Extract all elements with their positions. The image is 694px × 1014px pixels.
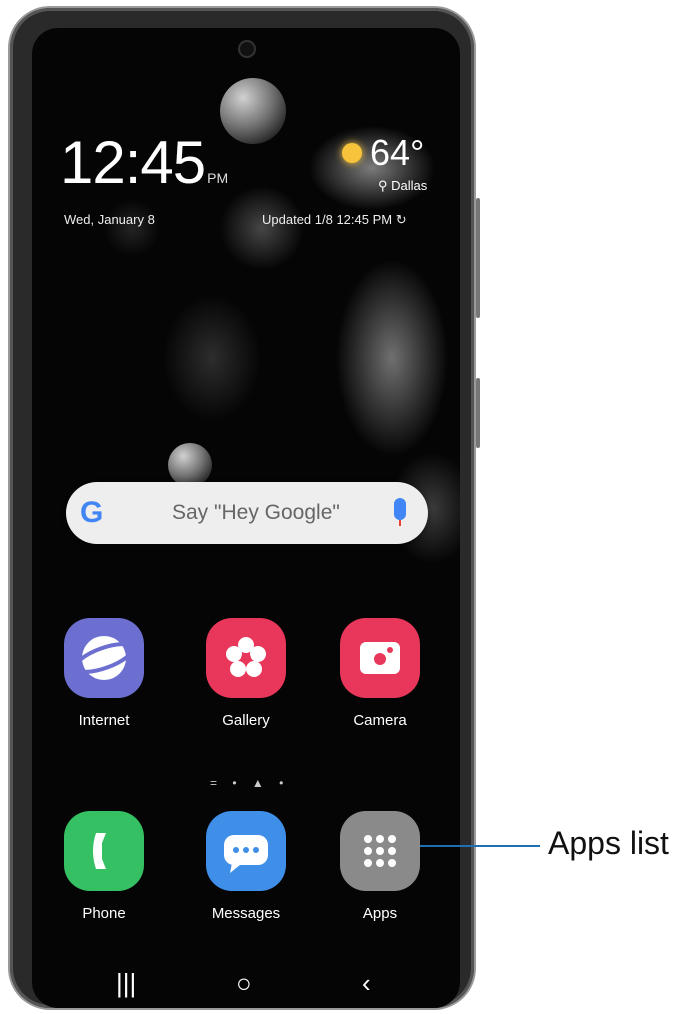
wallpaper-bubble	[168, 443, 212, 487]
page-indicator[interactable]: = • ▲ •	[210, 776, 289, 790]
callout-line	[420, 845, 540, 847]
home-screen: 12:45 PM Wed, January 8 64° ⚲ Dallas Upda…	[32, 28, 460, 1008]
location-pin-icon: ⚲	[378, 178, 392, 193]
volume-button	[476, 198, 480, 318]
app-camera[interactable]: Camera	[330, 618, 430, 729]
temperature[interactable]: 64°	[370, 132, 424, 174]
app-label: Phone	[82, 905, 126, 922]
location-name: Dallas	[391, 178, 428, 193]
recents-button[interactable]: |||	[116, 968, 136, 999]
gallery-icon	[206, 618, 286, 698]
internet-icon	[64, 618, 144, 698]
clock-ampm: PM	[207, 170, 229, 186]
front-camera	[240, 42, 254, 56]
app-label: Apps	[362, 905, 398, 922]
google-search-bar[interactable]: G Say "Hey Google"	[66, 482, 428, 544]
weather-updated: Updated 1/8 12:45 PM ↻	[262, 212, 407, 227]
search-placeholder: Say "Hey Google"	[172, 501, 340, 524]
clock-time: 12:45	[60, 129, 206, 196]
clock: 12:45 PM	[60, 128, 228, 197]
apps-grid-icon	[340, 811, 420, 891]
app-label: Messages	[211, 905, 281, 922]
app-label: Camera	[353, 712, 407, 729]
camera-icon	[340, 618, 420, 698]
location-label: ⚲ Dallas	[378, 178, 427, 194]
app-messages[interactable]: Messages	[196, 811, 296, 922]
wallpaper-bubble	[220, 78, 286, 144]
microphone-icon[interactable]	[394, 498, 406, 520]
power-button	[476, 378, 480, 448]
messages-icon	[206, 811, 286, 891]
microphone-stem	[399, 520, 401, 526]
app-label: Gallery	[222, 712, 270, 729]
app-phone[interactable]: Phone	[54, 811, 154, 922]
back-button[interactable]: ‹	[362, 968, 371, 999]
phone-frame: 12:45 PM Wed, January 8 64° ⚲ Dallas Upda…	[10, 8, 480, 1008]
date-text: Wed, January 8	[64, 212, 155, 227]
sun-icon	[342, 143, 362, 163]
app-label: Internet	[78, 712, 130, 729]
home-button[interactable]: ○	[236, 968, 252, 999]
app-internet[interactable]: Internet	[54, 618, 154, 729]
app-gallery[interactable]: Gallery	[196, 618, 296, 729]
app-apps[interactable]: Apps	[330, 811, 430, 922]
google-icon: G	[80, 496, 104, 529]
callout-label: Apps list	[548, 825, 669, 861]
phone-icon	[64, 811, 144, 891]
